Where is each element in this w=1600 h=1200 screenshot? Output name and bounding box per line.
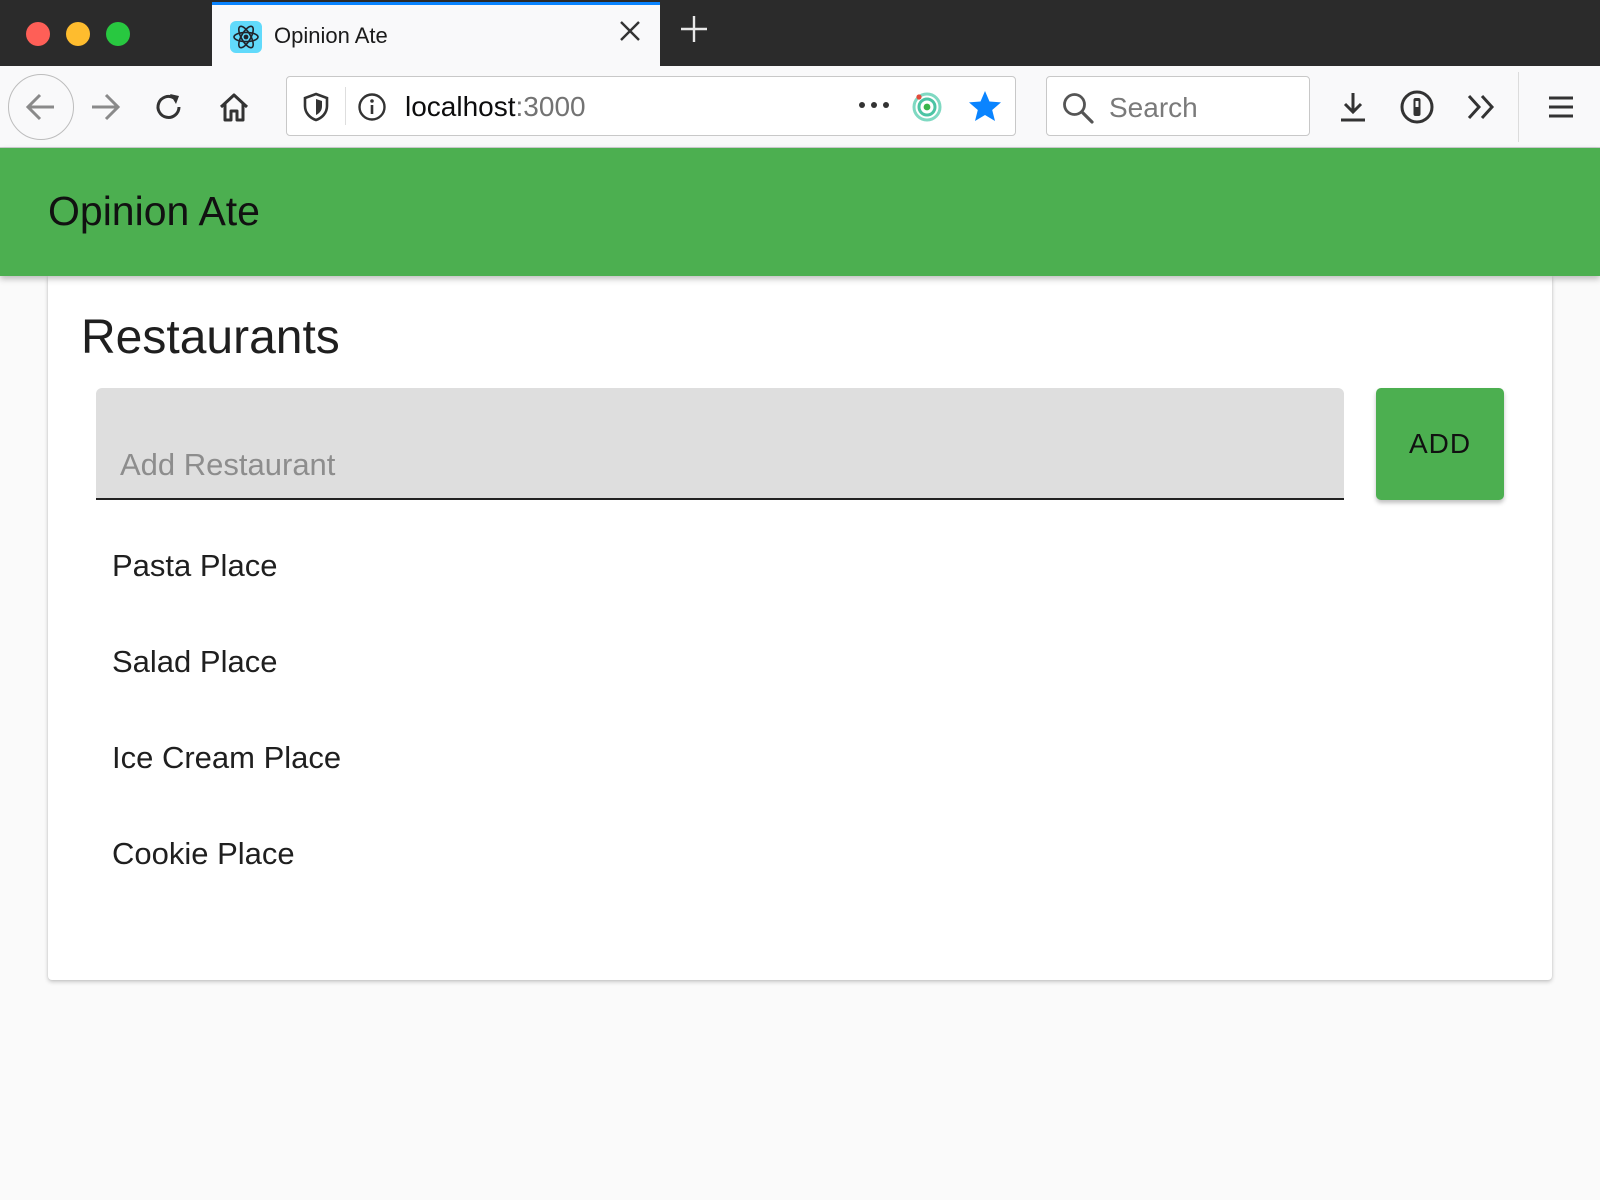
minimize-window-button[interactable] — [66, 22, 90, 46]
restaurants-card: Restaurants ADD Pasta Place Salad Place … — [48, 276, 1552, 980]
search-bar[interactable]: Search — [1046, 76, 1310, 136]
maximize-window-button[interactable] — [106, 22, 130, 46]
back-button[interactable] — [8, 74, 74, 140]
password-manager-icon — [1400, 90, 1434, 124]
add-button[interactable]: ADD — [1376, 388, 1504, 500]
toolbar-divider — [1518, 72, 1519, 142]
tracking-shield-icon[interactable] — [301, 91, 331, 128]
main-menu-button[interactable] — [1538, 84, 1584, 130]
app-title: Opinion Ate — [48, 188, 260, 234]
arrow-right-icon — [92, 93, 121, 121]
react-icon — [230, 21, 262, 53]
double-chevron-right-icon — [1467, 94, 1495, 120]
overflow-menu-button[interactable] — [1458, 84, 1504, 130]
add-restaurant-input[interactable] — [96, 388, 1344, 498]
url-host: localhost — [405, 91, 516, 122]
new-tab-button[interactable] — [676, 12, 712, 52]
download-icon — [1341, 93, 1365, 122]
site-info-icon[interactable] — [357, 92, 387, 127]
add-restaurant-field — [96, 388, 1344, 500]
list-item: Salad Place — [112, 644, 278, 679]
close-window-button[interactable] — [26, 22, 50, 46]
list-item: Ice Cream Place — [112, 740, 342, 775]
downloads-button[interactable] — [1330, 84, 1376, 130]
address-bar[interactable]: localhost:3000 — [286, 76, 1016, 136]
browser-tab[interactable]: Opinion Ate — [212, 2, 660, 66]
home-icon — [219, 93, 249, 122]
list-item: Pasta Place — [112, 548, 278, 583]
url-text[interactable]: localhost:3000 — [405, 91, 586, 123]
arrow-left-icon — [25, 93, 54, 121]
page-actions-icon[interactable] — [857, 89, 891, 128]
tab-strip: Opinion Ate — [0, 0, 1600, 66]
search-icon — [1061, 91, 1095, 130]
url-divider — [345, 87, 346, 125]
list-item: Cookie Place — [112, 836, 295, 871]
hamburger-menu-icon — [1549, 96, 1573, 118]
page-title: Restaurants — [81, 311, 340, 364]
close-tab-icon[interactable] — [618, 18, 642, 50]
reload-button[interactable] — [146, 84, 192, 130]
restaurant-list: Pasta Place Salad Place Ice Cream Place … — [112, 531, 341, 915]
bookmark-star-icon[interactable] — [967, 89, 1003, 128]
search-placeholder: Search — [1109, 92, 1198, 123]
home-button[interactable] — [211, 84, 257, 130]
app-header: Opinion Ate — [0, 148, 1600, 276]
tab-title: Opinion Ate — [274, 23, 388, 48]
navigation-toolbar: localhost:3000 Search — [0, 66, 1600, 148]
password-manager-button[interactable] — [1394, 84, 1440, 130]
url-port: :3000 — [515, 91, 586, 122]
forward-button[interactable] — [82, 84, 128, 130]
extension-target-icon[interactable] — [911, 91, 943, 128]
reload-icon — [156, 94, 181, 119]
